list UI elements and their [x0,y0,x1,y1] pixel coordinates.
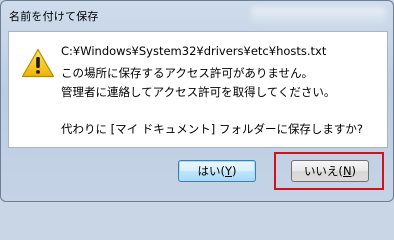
no-button-highlight-box [274,152,384,190]
yes-button[interactable]: はい(Y) [178,160,256,182]
message-area: C:¥Windows¥System32¥drivers¥etc¥hosts.tx… [8,31,388,148]
title-bar[interactable]: 名前を付けて保存 [1,1,393,31]
file-path-text: C:¥Windows¥System32¥drivers¥etc¥hosts.tx… [61,44,327,58]
permission-message-line2: 管理者に連絡してアクセス許可を取得してください。 [61,85,336,99]
yes-button-accesskey: Y [224,164,233,178]
dialog-title: 名前を付けて保存 [9,10,99,23]
yes-button-suffix: ) [232,164,237,178]
save-as-dialog: 名前を付けて保存 C:¥Windows¥System32¥drivers¥etc… [0,0,394,202]
warning-icon [21,48,55,78]
save-question-text: 代わりに [マイ ドキュメント] フォルダーに保存しますか? [61,122,364,136]
yes-button-label: はい( [197,164,225,178]
button-bar: はい(Y) いいえ(N) [8,147,388,197]
blurred-title-region [251,7,386,25]
permission-message-line1: この場所に保存するアクセス許可がありません。 [61,66,314,80]
